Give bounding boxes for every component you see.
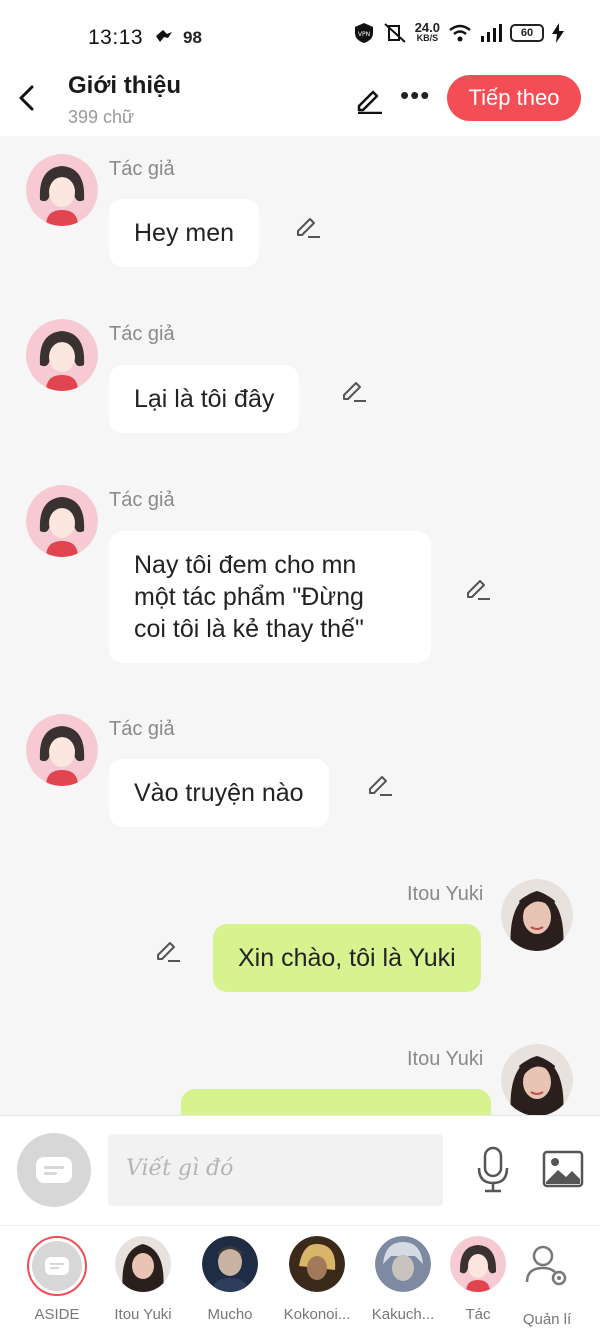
character-label: Itou Yuki: [114, 1306, 172, 1323]
message-bubble-mine[interactable]: Xin chào, tôi là Yuki: [213, 924, 481, 992]
chat-area[interactable]: Tác giả Hey men Tác giả Lại là tôi đây T…: [0, 136, 600, 1115]
sender-name: Tác giả: [109, 158, 175, 180]
message-bubble[interactable]: Nay tôi đem cho mn một tác phẩm "Đừng co…: [109, 531, 431, 663]
sender-name: Itou Yuki: [407, 883, 484, 905]
itou-yuki-avatar[interactable]: [501, 1044, 573, 1115]
charging-icon: [552, 23, 564, 43]
image-icon[interactable]: [542, 1149, 584, 1189]
character-itou-yuki[interactable]: Itou Yuki: [98, 1236, 188, 1323]
character-avatar: [115, 1236, 171, 1292]
message-composer: Viết gì đó: [0, 1115, 600, 1225]
character-avatar: [375, 1236, 431, 1292]
sender-name: Tác giả: [109, 718, 175, 740]
character-avatar: [289, 1236, 345, 1292]
bird-icon: [155, 28, 173, 49]
manage-user-icon: [525, 1245, 567, 1286]
sender-name: Tác giả: [109, 323, 175, 345]
page-title: Giới thiệu: [68, 72, 182, 99]
wifi-icon: [449, 24, 471, 42]
word-count: 399 chữ: [68, 107, 135, 127]
author-avatar[interactable]: [26, 154, 98, 226]
message-bubble[interactable]: Vào truyện nào: [109, 759, 329, 827]
aside-toggle-button[interactable]: [17, 1133, 91, 1207]
character-mucho[interactable]: Mucho: [185, 1236, 275, 1323]
sender-name: Itou Yuki: [407, 1048, 484, 1070]
net-speed: 24.0 KB/S: [414, 20, 440, 43]
chat-bubble-icon: [36, 1157, 72, 1183]
microphone-icon[interactable]: [474, 1146, 512, 1194]
character-label: Mucho: [207, 1306, 253, 1323]
character-label: ASIDE: [34, 1306, 80, 1323]
more-options-icon[interactable]: •••: [400, 80, 430, 111]
status-time: 13:13: [88, 26, 144, 49]
character-label: Kokonoi...: [283, 1306, 351, 1323]
message-bubble[interactable]: Lại là tôi đây: [109, 365, 300, 433]
top-header: Giới thiệu 399 chữ ••• Tiếp theo: [0, 64, 600, 136]
character-bar: ASIDE Itou Yuki Mucho Kokonoi... Kakuch.…: [0, 1225, 600, 1333]
edit-message-icon[interactable]: [464, 574, 492, 602]
edit-message-icon[interactable]: [294, 212, 322, 240]
status-bar: 13:13 98 VPN 24.0 KB/S 60: [0, 0, 600, 74]
back-arrow-icon[interactable]: [14, 82, 42, 114]
manage-characters-button[interactable]: Quản lí: [502, 1236, 592, 1328]
edit-message-icon[interactable]: [154, 936, 182, 964]
signal-icon: [481, 24, 502, 42]
aside-avatar: [32, 1241, 82, 1291]
author-avatar[interactable]: [26, 714, 98, 786]
character-avatar: [202, 1236, 258, 1292]
battery-icon: 60: [510, 24, 544, 42]
vpn-icon: VPN: [354, 23, 373, 43]
character-label: Quản lí: [522, 1311, 572, 1328]
notification-count: 98: [183, 28, 202, 47]
edit-title-icon[interactable]: [354, 84, 384, 114]
message-bubble[interactable]: Hey men: [109, 199, 260, 267]
character-avatar: [450, 1236, 506, 1292]
author-avatar[interactable]: [26, 319, 98, 391]
character-kokonoi[interactable]: Kokonoi...: [272, 1236, 362, 1323]
message-bubble-mine[interactable]: [181, 1089, 491, 1115]
edit-message-icon[interactable]: [340, 376, 368, 404]
character-aside[interactable]: ASIDE: [12, 1236, 102, 1323]
itou-yuki-avatar[interactable]: [501, 879, 573, 951]
edit-message-icon[interactable]: [366, 770, 394, 798]
mute-vibrate-icon: [384, 23, 406, 43]
next-button[interactable]: Tiếp theo: [447, 75, 581, 121]
svg-text:VPN: VPN: [358, 31, 370, 38]
message-input[interactable]: Viết gì đó: [108, 1134, 443, 1206]
chat-bubble-icon: [45, 1257, 69, 1275]
sender-name: Tác giả: [109, 489, 175, 511]
author-avatar[interactable]: [26, 485, 98, 557]
